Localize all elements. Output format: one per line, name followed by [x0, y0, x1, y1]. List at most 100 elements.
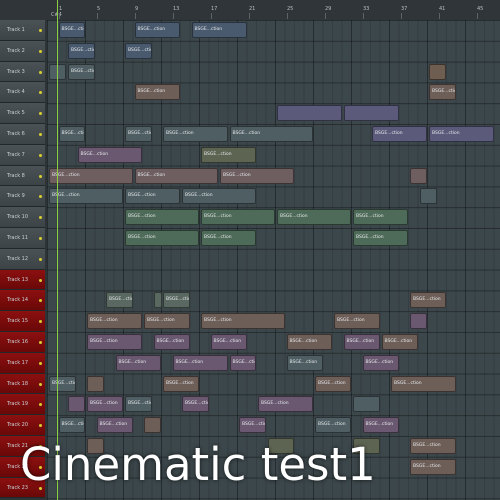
- pattern-clip[interactable]: BSGE...ction: [125, 42, 152, 59]
- track-mute-led-icon[interactable]: [39, 382, 42, 386]
- pattern-clip[interactable]: BSGE...ction: [362, 354, 399, 371]
- pattern-clip[interactable]: BSGE...ction: [429, 84, 456, 101]
- pattern-clip[interactable]: [144, 417, 161, 434]
- pattern-clip[interactable]: BSGE...ction: [96, 417, 133, 434]
- track-header[interactable]: Track 7: [0, 144, 45, 166]
- track-header[interactable]: Track 6: [0, 124, 45, 145]
- pattern-clip[interactable]: BSGE...ction: [315, 417, 351, 434]
- pattern-clip[interactable]: BSGE...ction: [68, 42, 95, 59]
- track-header[interactable]: Track 2: [0, 40, 45, 62]
- track-header[interactable]: Track 9: [0, 186, 45, 208]
- track-mute-led-icon[interactable]: [39, 299, 42, 303]
- pattern-clip[interactable]: BSGE...ction: [58, 22, 85, 38]
- pattern-clip[interactable]: BSGE...ction: [163, 292, 190, 309]
- pattern-clip[interactable]: BSGE...ction: [372, 126, 427, 142]
- pattern-clip[interactable]: BSGE...ction: [87, 396, 123, 413]
- playhead[interactable]: [57, 0, 58, 500]
- track-header[interactable]: Track 14: [0, 290, 45, 312]
- pattern-clip[interactable]: BSGE...ction: [134, 22, 180, 38]
- track-header[interactable]: Track 18: [0, 373, 45, 395]
- pattern-clip[interactable]: [419, 188, 437, 205]
- track-mute-led-icon[interactable]: [39, 133, 42, 136]
- pattern-clip[interactable]: BSGE...ction: [87, 334, 142, 350]
- track-mute-led-icon[interactable]: [39, 174, 42, 178]
- pattern-clip[interactable]: BSGE...ction: [201, 209, 275, 226]
- pattern-clip[interactable]: BSGE...ction: [182, 396, 209, 413]
- track-mute-led-icon[interactable]: [39, 341, 42, 344]
- pattern-clip[interactable]: BSGE...ction: [163, 126, 228, 142]
- pattern-clip[interactable]: BSGE...ction: [58, 126, 85, 142]
- pattern-clip[interactable]: BSGE...ction: [172, 354, 228, 371]
- track-mute-led-icon[interactable]: [39, 29, 42, 32]
- timeline-ruler[interactable]: C#4159131721252933374145: [0, 0, 500, 21]
- track-mute-led-icon[interactable]: [39, 320, 42, 324]
- pattern-clip[interactable]: [153, 292, 162, 309]
- pattern-clip[interactable]: BSGE...ction: [125, 126, 152, 142]
- pattern-clip[interactable]: BSGE...ction: [229, 354, 256, 371]
- pattern-clip[interactable]: BSGE...ction: [201, 230, 256, 246]
- pattern-clip[interactable]: BSGE...ction: [106, 292, 133, 309]
- track-header[interactable]: Track 5: [0, 103, 45, 124]
- pattern-clip[interactable]: BSGE...ction: [353, 230, 408, 246]
- pattern-clip[interactable]: BSGE...ction: [315, 375, 351, 392]
- pattern-clip[interactable]: BSGE...ction: [410, 438, 456, 454]
- pattern-clip[interactable]: [277, 105, 342, 122]
- pattern-clip[interactable]: BSGE...ction: [153, 334, 190, 350]
- track-header[interactable]: Track 19: [0, 394, 45, 416]
- pattern-clip[interactable]: BSGE...ction: [125, 230, 199, 246]
- track-mute-led-icon[interactable]: [39, 216, 42, 220]
- track-mute-led-icon[interactable]: [39, 257, 42, 261]
- pattern-clip[interactable]: BSGE...ction: [410, 458, 456, 475]
- pattern-clip[interactable]: [410, 167, 427, 184]
- pattern-clip[interactable]: BSGE...ction: [163, 375, 199, 392]
- pattern-clip[interactable]: BSGE...ction: [49, 167, 133, 184]
- track-header[interactable]: Track 15: [0, 311, 45, 332]
- track-mute-led-icon[interactable]: [39, 112, 42, 116]
- pattern-clip[interactable]: BSGE...ction: [429, 126, 494, 142]
- pattern-clip[interactable]: BSGE...ction: [201, 146, 256, 163]
- pattern-clip[interactable]: BSGE...ction: [77, 146, 142, 163]
- pattern-clip[interactable]: [87, 375, 104, 392]
- pattern-clip[interactable]: BSGE...ction: [125, 188, 180, 205]
- track-header[interactable]: Track 1: [0, 20, 45, 41]
- track-header[interactable]: Track 8: [0, 165, 45, 187]
- pattern-clip[interactable]: BSGE...ction: [49, 375, 76, 392]
- track-header[interactable]: Track 12: [0, 248, 45, 270]
- track-mute-led-icon[interactable]: [39, 49, 42, 53]
- pattern-clip[interactable]: BSGE...ction: [381, 334, 418, 350]
- pattern-clip[interactable]: BSGE...ction: [182, 188, 256, 205]
- pattern-clip[interactable]: BSGE...ction: [134, 167, 218, 184]
- pattern-clip[interactable]: [353, 396, 380, 413]
- pattern-clip[interactable]: BSGE...ction: [220, 167, 294, 184]
- pattern-clip[interactable]: BSGE...ction: [391, 375, 456, 392]
- pattern-clip[interactable]: BSGE...ction: [144, 313, 190, 330]
- arrangement-grid[interactable]: BSGE...ction BSGE...ction BSGE...ction BSGE…: [47, 20, 500, 500]
- pattern-clip[interactable]: [343, 105, 399, 122]
- pattern-clip[interactable]: BSGE...ction: [334, 313, 380, 330]
- pattern-clip[interactable]: BSGE...ction: [125, 396, 152, 413]
- pattern-clip[interactable]: [429, 63, 446, 80]
- pattern-clip[interactable]: BSGE...ction: [362, 417, 399, 434]
- pattern-clip[interactable]: BSGE...ction: [343, 334, 380, 350]
- pattern-clip[interactable]: BSGE...ction: [87, 313, 142, 330]
- track-mute-led-icon[interactable]: [39, 278, 42, 282]
- pattern-clip[interactable]: BSGE...ction: [49, 188, 123, 205]
- track-mute-led-icon[interactable]: [39, 403, 42, 407]
- track-mute-led-icon[interactable]: [39, 153, 42, 157]
- pattern-clip[interactable]: BSGE...ction: [115, 354, 161, 371]
- pattern-clip[interactable]: BSGE...ction: [229, 126, 313, 142]
- track-header[interactable]: Track 13: [0, 269, 45, 291]
- track-header[interactable]: Track 17: [0, 352, 45, 374]
- pattern-clip[interactable]: BSGE...ction: [277, 209, 351, 226]
- pattern-clip[interactable]: BSGE...ction: [353, 209, 408, 226]
- track-mute-led-icon[interactable]: [39, 361, 42, 365]
- pattern-clip[interactable]: BSGE...ction: [239, 417, 266, 434]
- track-mute-led-icon[interactable]: [39, 237, 42, 240]
- track-header[interactable]: Track 11: [0, 228, 45, 249]
- track-header[interactable]: Track 16: [0, 332, 45, 353]
- track-mute-led-icon[interactable]: [39, 91, 42, 95]
- pattern-clip[interactable]: BSGE...ction: [125, 209, 199, 226]
- pattern-clip[interactable]: BSGE...ction: [286, 354, 323, 371]
- track-mute-led-icon[interactable]: [39, 195, 42, 199]
- pattern-clip[interactable]: BSGE...ction: [258, 396, 313, 413]
